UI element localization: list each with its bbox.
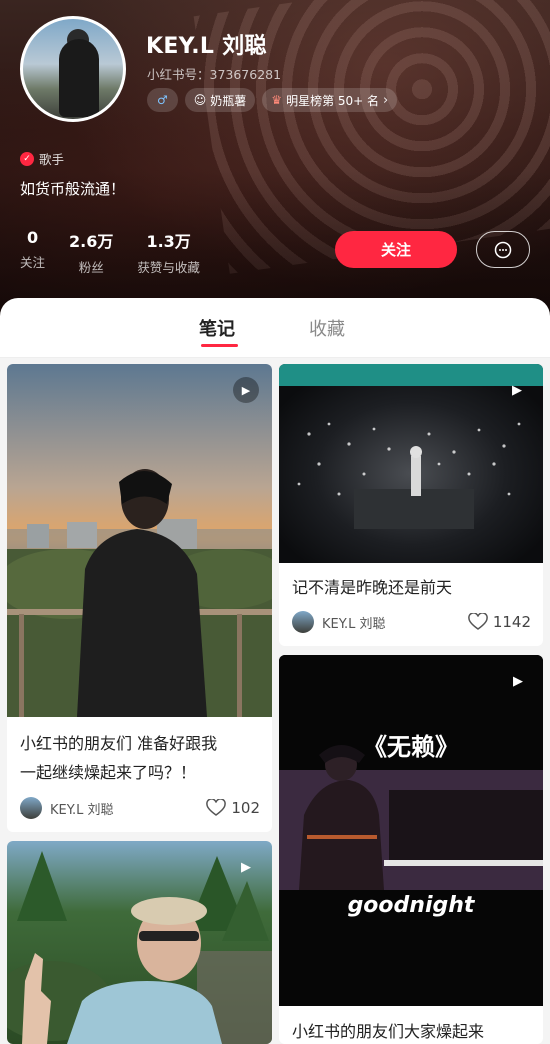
stat-fans[interactable]: 2.6万 粉丝 [69, 228, 113, 276]
video-play-icon: ▶ [233, 377, 259, 403]
active-tab-indicator [201, 344, 238, 347]
level-tag[interactable]: ☺ 奶瓶薯 [184, 88, 256, 112]
author-avatar [292, 611, 314, 633]
follow-button[interactable]: 关注 [335, 231, 457, 268]
ranking-tag[interactable]: ♛ 明星榜第 50+ 名 › [262, 88, 398, 112]
bottle-icon: ☺ [193, 93, 207, 107]
note-cover-image [7, 364, 272, 717]
male-icon: ♂ [157, 93, 168, 107]
note-title-line: 小红书的朋友们大家燥起来 [292, 1022, 485, 1041]
verification-label: 歌手 [39, 152, 65, 167]
stat-num: 0 [26, 228, 39, 247]
video-play-icon: ▶ [241, 859, 251, 875]
verified-badge-icon: ✓ [20, 151, 34, 166]
stat-label: 获赞与收藏 [137, 260, 200, 275]
video-play-icon: ▶ [513, 673, 523, 689]
note-cover-image [7, 841, 272, 1044]
chat-bubble-icon [494, 241, 512, 258]
profile-name: KEY.L 刘聪 [146, 34, 267, 59]
tab-notes[interactable]: 笔记 [199, 315, 235, 341]
stat-num: 2.6万 [69, 232, 114, 251]
video-play-icon: ▶ [512, 382, 522, 398]
gender-tag: ♂ [147, 88, 178, 112]
note-card[interactable]: ▶ 记不清是昨晚还是前天 KEY.L 刘聪 1142 [279, 364, 543, 646]
heart-icon [467, 613, 488, 630]
stat-following[interactable]: 0 关注 [20, 228, 45, 276]
profile-tabs: 笔记 收藏 [0, 298, 550, 358]
profile-bio: 如货币般流通！ [20, 180, 126, 198]
stat-label: 关注 [20, 255, 46, 270]
like-button[interactable]: 1142 [467, 613, 531, 631]
stat-label: 粉丝 [78, 260, 104, 275]
author-name: KEY.L 刘聪 [322, 616, 386, 632]
stat-likes-collects[interactable]: 1.3万 获赞与收藏 [137, 228, 200, 276]
profile-header: KEY.L 刘聪 小红书号：373676281 ♂ ☺ 奶瓶薯 ♛ 明星榜第 5… [0, 0, 550, 330]
profile-tags: ♂ ☺ 奶瓶薯 ♛ 明星榜第 50+ 名 › [147, 88, 398, 112]
note-card[interactable]: ▶ 小红书的朋友们 准备好跟我 一起继续燥起来了吗？！ KEY.L 刘聪 102 [7, 364, 272, 832]
note-cover-image [279, 364, 543, 563]
message-button[interactable] [476, 231, 530, 268]
profile-stats: 0 关注 2.6万 粉丝 1.3万 获赞与收藏 [20, 228, 224, 276]
author-avatar [20, 797, 42, 819]
cover-overlay-title: 《无赖》 [363, 732, 459, 761]
level-label: 奶瓶薯 [210, 93, 247, 108]
note-cover-image [279, 655, 543, 1006]
note-meta: KEY.L 刘聪 102 [20, 797, 260, 819]
crown-icon: ♛ [271, 93, 283, 107]
like-button[interactable]: 102 [206, 799, 260, 817]
note-meta: KEY.L 刘聪 1142 [292, 611, 531, 633]
like-count: 102 [231, 799, 260, 817]
ranking-label: 明星榜第 50+ 名 [286, 93, 380, 108]
note-title-line: 小红书的朋友们 准备好跟我 [20, 734, 218, 753]
chevron-right-icon: › [383, 92, 389, 108]
like-count: 1142 [492, 613, 531, 631]
note-card[interactable]: ▶ [7, 841, 272, 1044]
profile-id: 小红书号：373676281 [147, 67, 282, 82]
cover-overlay-subtitle: goodnight [347, 893, 475, 918]
heart-icon [206, 799, 227, 816]
tab-collections[interactable]: 收藏 [309, 315, 345, 341]
verification: ✓ 歌手 [20, 149, 64, 168]
author-name: KEY.L 刘聪 [50, 802, 114, 818]
avatar[interactable] [20, 16, 126, 122]
stat-num: 1.3万 [146, 232, 191, 251]
note-title-line: 记不清是昨晚还是前天 [292, 578, 453, 597]
note-title-line: 一起继续燥起来了吗？！ [20, 763, 197, 782]
note-card[interactable]: 《无赖》 goodnight ▶ 小红书的朋友们大家燥起来 [279, 655, 543, 1044]
